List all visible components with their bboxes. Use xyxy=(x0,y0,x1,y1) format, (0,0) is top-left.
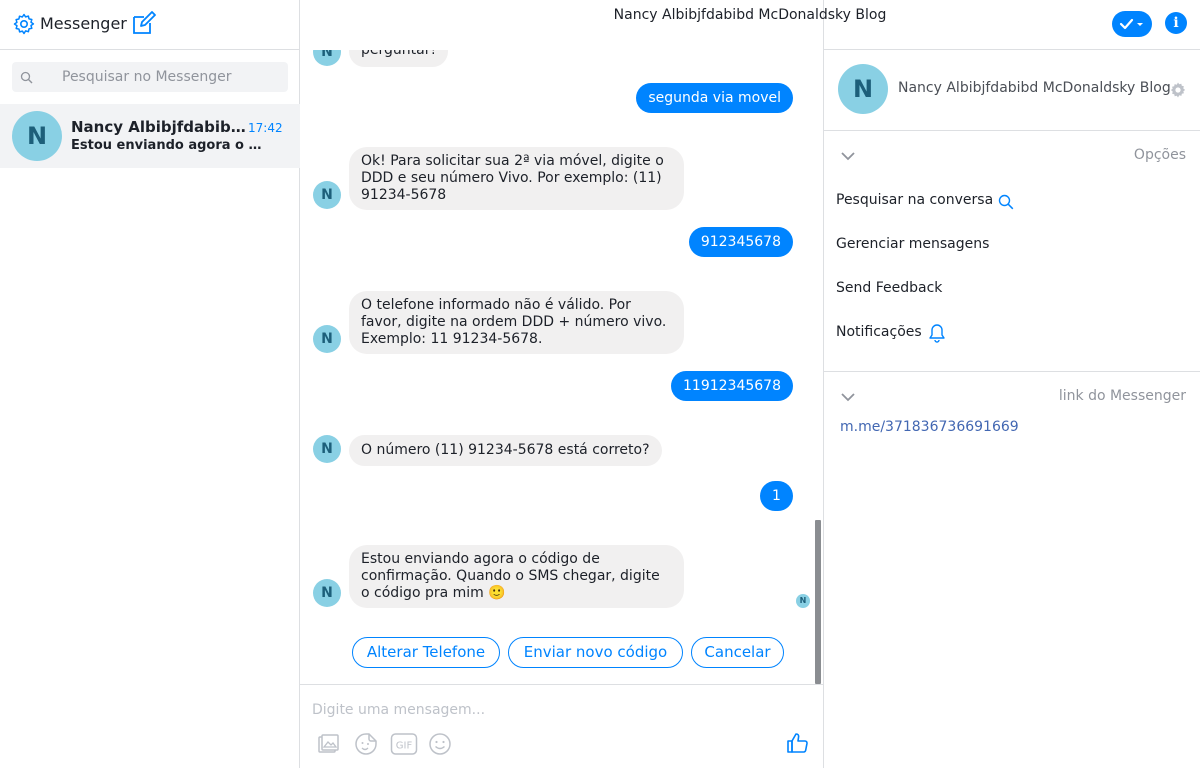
message-received: O telefone informado não é válido. Por f… xyxy=(349,291,684,354)
chevron-down-icon xyxy=(841,152,855,161)
settings-gear-icon[interactable] xyxy=(1169,81,1187,99)
like-icon[interactable] xyxy=(786,731,810,755)
emoji-icon[interactable] xyxy=(428,732,452,756)
image-icon[interactable] xyxy=(316,732,340,756)
search-icon xyxy=(20,71,33,84)
options-section-header[interactable]: Opções xyxy=(824,142,1200,172)
thread-snippet: Estou enviando agora o código de confirm… xyxy=(71,138,266,153)
sidebar: Messenger N Nancy Albibjfdabibd McDonald… xyxy=(0,0,300,768)
avatar: N xyxy=(12,111,62,161)
message-received: Ok! Para solicitar sua 2ª via móvel, dig… xyxy=(349,147,684,210)
smile-emoji-icon: 🙂 xyxy=(488,585,506,601)
profile-header: N Nancy Albibjfdabibd McDonaldsky Blog xyxy=(824,50,1200,131)
message-list[interactable]: perguntar! N segunda via movel Ok! Para … xyxy=(300,50,823,684)
bell-icon xyxy=(929,324,945,343)
message-text: Estou enviando agora o código de confirm… xyxy=(361,551,660,601)
checkmark-dropdown-button[interactable] xyxy=(1112,11,1152,37)
message-received: O número (11) 91234-5678 está correto? xyxy=(349,435,662,466)
app-title: Messenger xyxy=(40,14,127,33)
info-icon[interactable]: i xyxy=(1165,12,1187,34)
check-icon xyxy=(1119,18,1143,30)
message-sent: segunda via movel xyxy=(636,83,793,113)
svg-text:GIF: GIF xyxy=(396,741,413,752)
quick-reply-alterar-telefone[interactable]: Alterar Telefone xyxy=(352,637,500,668)
option-notifications[interactable]: Notificações xyxy=(836,324,922,340)
compose-icon[interactable] xyxy=(130,11,156,37)
divider xyxy=(824,371,1200,372)
profile-name[interactable]: Nancy Albibjfdabibd McDonaldsky Blog xyxy=(898,80,1171,96)
option-label: Send Feedback xyxy=(836,280,943,296)
chevron-down-icon xyxy=(841,393,855,402)
sidebar-header: Messenger xyxy=(0,0,300,50)
details-pane: i N Nancy Albibjfdabibd McDonaldsky Blog… xyxy=(824,0,1200,768)
search-icon xyxy=(998,194,1014,210)
quick-reply-cancelar[interactable]: Cancelar xyxy=(691,637,784,668)
avatar: N xyxy=(313,325,341,353)
option-manage-messages[interactable]: Gerenciar mensagens xyxy=(836,236,989,252)
option-label: Pesquisar na conversa xyxy=(836,192,994,208)
message-received: Estou enviando agora o código de confirm… xyxy=(349,545,684,608)
link-section-header[interactable]: link do Messenger xyxy=(824,383,1200,413)
gif-icon[interactable]: GIF xyxy=(390,732,418,756)
message-received: perguntar! xyxy=(349,50,449,67)
search-box xyxy=(12,62,288,92)
seen-indicator-avatar: N xyxy=(796,594,810,608)
avatar: N xyxy=(313,579,341,607)
messenger-link[interactable]: m.me/371836736691669 xyxy=(840,419,1019,435)
gear-icon[interactable] xyxy=(12,12,36,36)
section-title: link do Messenger xyxy=(1058,388,1186,404)
thread-time: 17:42 xyxy=(248,121,283,135)
avatar: N xyxy=(313,50,341,66)
option-send-feedback[interactable]: Send Feedback xyxy=(836,280,942,296)
option-label: Notificações xyxy=(836,324,922,340)
scrollbar[interactable] xyxy=(815,520,821,684)
message-input[interactable] xyxy=(312,699,772,721)
section-title: Opções xyxy=(1133,147,1186,163)
conversation-pane: Nancy Albibjfdabibd McDonaldsky Blog per… xyxy=(300,0,886,768)
sticker-icon[interactable] xyxy=(354,732,378,756)
message-sent: 1 xyxy=(760,481,793,511)
composer: GIF xyxy=(300,684,823,768)
message-sent: 11912345678 xyxy=(671,371,793,401)
quick-reply-enviar-novo-codigo[interactable]: Enviar novo código xyxy=(508,637,683,668)
search-input[interactable] xyxy=(42,62,282,92)
option-search-in-conversation[interactable]: Pesquisar na conversa xyxy=(836,192,993,208)
message-sent: 912345678 xyxy=(688,227,793,257)
avatar: N xyxy=(838,64,888,114)
avatar: N xyxy=(313,435,341,463)
avatar: N xyxy=(313,181,341,209)
thread-name: Nancy Albibjfdabibd McDonaldsky Blog xyxy=(71,118,246,136)
conversation-list-item[interactable]: N Nancy Albibjfdabibd McDonaldsky Blog 1… xyxy=(0,104,300,168)
option-label: Gerenciar mensagens xyxy=(836,236,990,252)
